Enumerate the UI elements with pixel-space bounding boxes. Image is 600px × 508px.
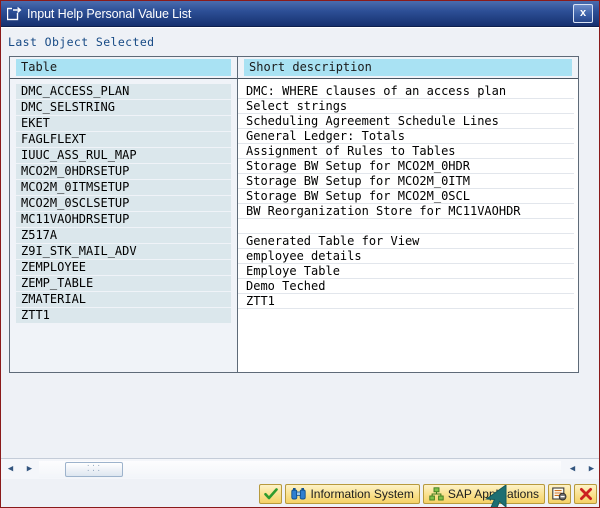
scrollbar-thumb[interactable]: ··· ··· [65,461,123,477]
information-system-button-label: Information System [310,486,414,501]
scrollbar-grip: ··· ··· [86,463,102,475]
horizontal-scrollbar[interactable]: ◀ ▶ ··· ··· ◀ ▶ [1,458,599,479]
scrollbar-track[interactable]: ··· ··· [39,460,561,478]
table-row[interactable]: EKET [16,116,231,131]
table-row[interactable]: employee details [238,249,574,264]
red-x-icon [578,486,593,501]
table-row[interactable]: Storage BW Setup for MCO2M_0SCL [238,189,574,204]
value-list-grid: Table DMC_ACCESS_PLAN DMC_SELSTRING EKET FA… [9,56,579,373]
table-row[interactable]: MCO2M_0ITMSETUP [16,180,231,195]
scroll-left-glyph-2: ◀ [569,463,576,474]
table-row[interactable]: DMC_ACCESS_PLAN [16,84,231,99]
table-row[interactable]: ZMATERIAL [16,292,231,307]
bottom-toolbar: Information System SAP Applications [1,480,599,507]
column-description: Short description DMC: WHERE clauses of … [238,57,578,372]
column-header-description[interactable]: Short description [238,57,578,79]
delete-entry-button[interactable] [548,483,571,504]
scroll-right-icon[interactable]: ▶ [21,461,38,478]
binoculars-icon [291,486,307,501]
scroll-left-icon-2[interactable]: ◀ [564,461,581,478]
table-row[interactable]: Storage BW Setup for MCO2M_0ITM [238,174,574,189]
column-header-table[interactable]: Table [10,57,237,79]
table-row[interactable]: ZTT1 [16,308,231,323]
table-row[interactable]: MCO2M_0SCLSETUP [16,196,231,211]
table-row[interactable]: Select strings [238,99,574,114]
table-row[interactable]: ZEMP_TABLE [16,276,231,291]
column-body-table: DMC_ACCESS_PLAN DMC_SELSTRING EKET FAGLFLEX… [10,79,237,372]
delete-entry-icon [552,486,567,501]
close-glyph: x [579,7,587,19]
close-icon[interactable]: x [573,4,593,23]
scroll-right-icon-2[interactable]: ▶ [583,461,599,478]
table-row[interactable]: ZTT1 [238,294,574,309]
scrollbar-right-arrows: ◀ ▶ [563,461,599,478]
table-row[interactable]: DMC: WHERE clauses of an access plan [238,84,574,99]
sap-applications-button[interactable]: SAP Applications [422,483,545,504]
grip-row-2: ··· [86,467,102,475]
confirm-button[interactable] [259,483,283,504]
section-label: Last Object Selected [8,35,155,49]
cancel-button[interactable] [574,483,597,504]
column-header-description-label: Short description [244,59,572,76]
table-row[interactable]: Scheduling Agreement Schedule Lines [238,114,574,129]
title-bar[interactable]: Input Help Personal Value List x [1,1,599,27]
table-row[interactable]: DMC_SELSTRING [16,100,231,115]
green-check-icon [263,486,278,501]
table-row[interactable]: FAGLFLEXT [16,132,231,147]
table-row[interactable]: General Ledger: Totals [238,129,574,144]
table-row[interactable]: Employe Table [238,264,574,279]
table-row[interactable] [238,219,574,234]
column-body-description: DMC: WHERE clauses of an access plan Sele… [238,79,578,372]
dialog-window: Input Help Personal Value List x Last Ob… [0,0,600,508]
table-row[interactable]: Z9I_STK_MAIL_ADV [16,244,231,259]
table-row[interactable]: BW Reorganization Store for MC11VAOHDR [238,204,574,219]
client-area: Last Object Selected Table DMC_ACCESS_PL… [1,27,599,507]
export-window-icon [7,6,22,21]
table-row[interactable]: Demo Teched [238,279,574,294]
scroll-left-icon[interactable]: ◀ [2,461,19,478]
scroll-right-glyph: ▶ [26,463,33,474]
table-row[interactable]: Z517A [16,228,231,243]
table-row[interactable]: MC11VAOHDRSETUP [16,212,231,227]
sap-applications-button-label: SAP Applications [447,486,539,501]
table-row[interactable]: Generated Table for View [238,234,574,249]
table-row[interactable]: ZEMPLOYEE [16,260,231,275]
table-row[interactable]: Assignment of Rules to Tables [238,144,574,159]
window-title: Input Help Personal Value List [27,6,192,21]
scroll-right-glyph-2: ▶ [588,463,595,474]
hierarchy-icon [429,486,444,501]
scroll-left-glyph: ◀ [7,463,14,474]
column-header-table-label: Table [16,59,231,76]
table-row[interactable]: MCO2M_0HDRSETUP [16,164,231,179]
table-row[interactable]: Storage BW Setup for MCO2M_0HDR [238,159,574,174]
table-row[interactable]: IUUC_ASS_RUL_MAP [16,148,231,163]
information-system-button[interactable]: Information System [285,483,420,504]
column-table: Table DMC_ACCESS_PLAN DMC_SELSTRING EKET FA… [10,57,238,372]
